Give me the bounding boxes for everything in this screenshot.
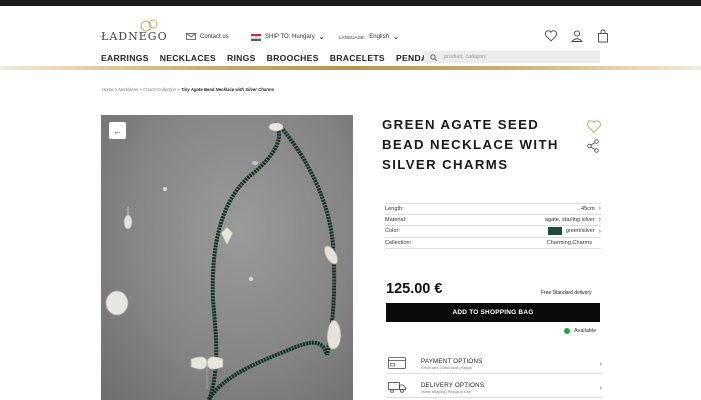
breadcrumb: Home > Necklaces > Charm Collection > Ti… — [102, 87, 275, 92]
chevron-right-icon: › — [598, 216, 601, 224]
nav-bracelets[interactable]: BRACELETS — [330, 53, 385, 63]
spec-value: 45cm — [580, 205, 595, 212]
delivery-truck-icon — [388, 382, 406, 393]
nav-rings[interactable]: RINGS — [227, 53, 256, 63]
main-navigation: EARRINGS NECKLACES RINGS BROOCHES BRACEL… — [101, 53, 446, 63]
arrow-left-icon: ← — [113, 125, 122, 136]
spec-label: Color: — [385, 228, 400, 235]
spec-row-collection[interactable]: Collection: Charming Charms — [385, 238, 601, 249]
back-arrow-button[interactable]: ← — [109, 122, 126, 139]
gold-divider — [0, 66, 701, 70]
user-icon[interactable] — [570, 29, 584, 43]
share-icon[interactable] — [587, 139, 599, 153]
add-to-bag-button[interactable]: ADD TO SHOPPING BAG — [386, 303, 600, 322]
spec-value: agate, starling silver — [544, 216, 595, 223]
language-prefix: LANGUAGE: — [339, 34, 366, 40]
envelope-icon — [186, 33, 196, 40]
ship-to-label: SHIP TO: Hungary — [265, 34, 315, 40]
option-title: DELIVERY OPTIONS — [421, 382, 485, 389]
shopping-bag-icon[interactable] — [596, 29, 610, 43]
option-subtitle: Home shipping | Pickup at a ller — [421, 390, 472, 394]
option-subtitle: Credit card | Debit card | Paypal — [421, 366, 472, 370]
credit-card-icon — [388, 357, 406, 369]
spec-row-length[interactable]: Length: 45cm › — [385, 203, 601, 215]
spec-row-color[interactable]: Color: green/silver › — [385, 226, 601, 238]
payment-options[interactable]: PAYMENT OPTIONS Credit card | Debit card… — [386, 354, 602, 374]
spec-label: Collection: — [385, 239, 412, 246]
chevron-right-icon: › — [598, 227, 601, 235]
ship-to-selector[interactable]: SHIP TO: Hungary ⌄ — [251, 33, 325, 41]
breadcrumb-current: Tiny Agate Bead Necklace with Silver Cha… — [180, 87, 275, 92]
product-image[interactable]: ← — [101, 115, 353, 400]
contact-link[interactable]: Contact us — [186, 33, 229, 40]
chevron-right-icon: › — [599, 385, 602, 392]
breadcrumb-home[interactable]: Home — [102, 87, 113, 92]
spec-row-material[interactable]: Material: agate, starling silver › — [385, 215, 601, 226]
availability-status: Available — [564, 328, 596, 334]
search-placeholder: product, category — [444, 54, 487, 60]
product-price: 125.00 € — [386, 281, 443, 297]
language-value: English — [369, 34, 389, 40]
breadcrumb-charm-collection[interactable]: Charm Collection — [143, 87, 176, 92]
wishlist-heart-icon[interactable] — [586, 119, 602, 134]
contact-label: Contact us — [200, 33, 229, 40]
delivery-options[interactable]: DELIVERY OPTIONS Home shipping | Pickup … — [386, 378, 602, 398]
chevron-right-icon: › — [599, 361, 602, 368]
breadcrumb-necklaces[interactable]: Necklaces — [118, 87, 138, 92]
chevron-down-icon: ⌄ — [318, 34, 325, 41]
chevron-right-icon: › — [598, 205, 601, 213]
header-icons — [544, 29, 610, 43]
top-bar — [0, 0, 701, 6]
search-input[interactable]: product, category — [424, 51, 600, 63]
spec-value: Charming Charms — [546, 239, 592, 246]
heart-icon[interactable] — [544, 29, 558, 43]
hungary-flag-icon — [251, 33, 261, 41]
color-swatch — [547, 227, 562, 236]
product-specs: Length: 45cm › Material: agate, starling … — [385, 203, 601, 249]
delivery-note: Free Standard delivery — [541, 290, 592, 296]
spec-value: green/silver — [565, 228, 595, 235]
spec-label: Material: — [385, 216, 407, 223]
chevron-down-icon: ⌄ — [392, 34, 399, 41]
spec-label: Length: — [385, 205, 404, 212]
language-selector[interactable]: LANGUAGE: English ⌄ — [339, 33, 399, 41]
availability-text: Available — [574, 328, 597, 334]
product-title: GREEN AGATE SEED BEAD NECKLACE WITH SILV… — [382, 117, 559, 172]
necklace-photo-illustration — [105, 121, 342, 400]
search-icon — [430, 53, 437, 61]
nav-necklaces[interactable]: NECKLACES — [160, 53, 216, 63]
option-title: PAYMENT OPTIONS — [421, 358, 483, 365]
nav-earrings[interactable]: EARRINGS — [101, 53, 149, 63]
logo-text: ŁADNEGO — [101, 30, 168, 43]
status-dot-icon — [564, 328, 570, 334]
nav-brooches[interactable]: BROOCHES — [267, 53, 319, 63]
brand-logo[interactable]: ŁADNEGO — [101, 18, 167, 46]
